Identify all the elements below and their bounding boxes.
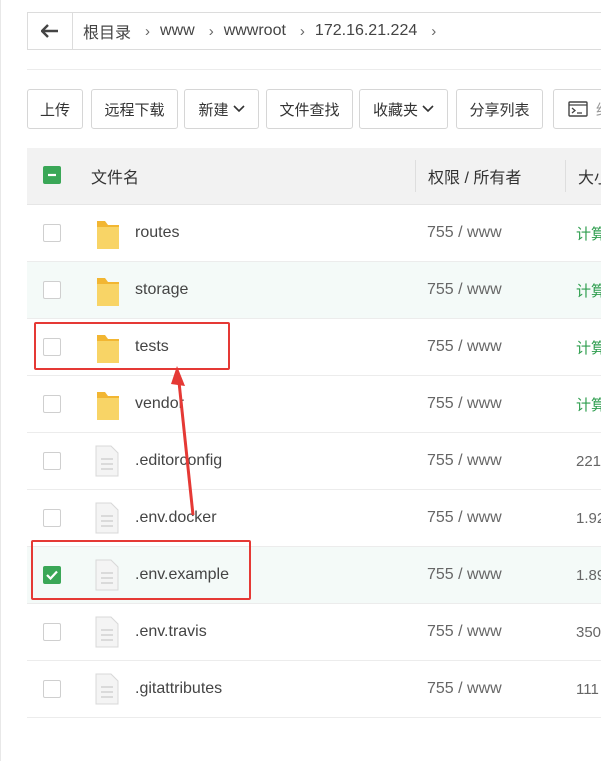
chevron-right-icon: › bbox=[208, 22, 214, 40]
chevron-down-icon bbox=[422, 105, 434, 113]
table-row[interactable]: .gitattributes 755 / www 111 bbox=[27, 661, 601, 718]
file-icon bbox=[95, 673, 119, 705]
calculate-size-link[interactable]: 计算 bbox=[576, 262, 601, 318]
chevron-right-icon: › bbox=[145, 22, 151, 40]
row-checkbox[interactable] bbox=[43, 395, 61, 413]
table-row[interactable]: .editorconfig 755 / www 221 bbox=[27, 433, 601, 490]
folder-icon bbox=[97, 278, 119, 306]
row-checkbox[interactable] bbox=[43, 452, 61, 470]
file-permission[interactable]: 755 / www bbox=[427, 661, 502, 717]
arrow-left-icon bbox=[41, 24, 58, 38]
breadcrumb-ip-folder[interactable]: 172.16.21.224 bbox=[305, 22, 417, 40]
upload-button[interactable]: 上传 bbox=[27, 89, 83, 129]
file-name[interactable]: .env.travis bbox=[135, 604, 207, 660]
chevron-right-icon: › bbox=[431, 22, 437, 40]
chevron-right-icon: › bbox=[299, 22, 305, 40]
file-size: 1.89 bbox=[576, 566, 601, 584]
column-divider bbox=[415, 160, 416, 192]
breadcrumb-root[interactable]: 根目录 bbox=[73, 19, 131, 43]
calculate-size-link[interactable]: 计算 bbox=[576, 376, 601, 432]
file-name[interactable]: storage bbox=[135, 262, 188, 318]
select-all-checkbox[interactable] bbox=[43, 166, 61, 184]
calculate-size-link[interactable]: 计算 bbox=[576, 319, 601, 375]
file-size: 350 bbox=[576, 623, 601, 641]
file-manager-panel: 根目录 › www › wwwroot › 172.16.21.224 › 上传… bbox=[0, 0, 601, 761]
file-search-button[interactable]: 文件查找 bbox=[266, 89, 353, 129]
favorites-dropdown-button[interactable]: 收藏夹 bbox=[359, 89, 448, 129]
breadcrumb: 根目录 › www › wwwroot › 172.16.21.224 › bbox=[27, 12, 601, 50]
back-button[interactable] bbox=[28, 13, 73, 49]
annotation-arrow bbox=[171, 366, 195, 516]
file-permission[interactable]: 755 / www bbox=[427, 604, 502, 660]
file-size: 1.92 bbox=[576, 509, 601, 527]
folder-icon bbox=[97, 221, 119, 249]
row-checkbox[interactable] bbox=[43, 281, 61, 299]
file-permission[interactable]: 755 / www bbox=[427, 319, 502, 375]
file-icon bbox=[95, 445, 119, 477]
file-icon bbox=[95, 502, 119, 534]
file-permission[interactable]: 755 / www bbox=[427, 490, 502, 546]
folder-icon bbox=[97, 392, 119, 420]
file-name[interactable]: routes bbox=[135, 205, 179, 261]
new-dropdown-button[interactable]: 新建 bbox=[184, 89, 259, 129]
row-checkbox[interactable] bbox=[43, 224, 61, 242]
share-list-label: 分享列表 bbox=[469, 101, 530, 119]
file-size: 221 bbox=[576, 452, 601, 470]
table-row[interactable]: storage 755 / www 计算 bbox=[27, 262, 601, 319]
table-row[interactable]: .env.travis 755 / www 350 bbox=[27, 604, 601, 661]
file-permission[interactable]: 755 / www bbox=[427, 376, 502, 432]
terminal-button[interactable]: 终 bbox=[553, 89, 601, 129]
breadcrumb-wwwroot[interactable]: wwwroot bbox=[214, 22, 286, 40]
calculate-size-link[interactable]: 计算 bbox=[576, 205, 601, 261]
column-divider bbox=[565, 160, 566, 192]
row-checkbox[interactable] bbox=[43, 680, 61, 698]
row-checkbox[interactable] bbox=[43, 623, 61, 641]
row-checkbox[interactable] bbox=[43, 509, 61, 527]
file-search-label: 文件查找 bbox=[279, 101, 340, 119]
share-list-button[interactable]: 分享列表 bbox=[456, 89, 543, 129]
table-row[interactable]: routes 755 / www 计算 bbox=[27, 205, 601, 262]
favorites-label: 收藏夹 bbox=[372, 101, 418, 119]
table-row[interactable]: vendor 755 / www 计算 bbox=[27, 376, 601, 433]
breadcrumb-www[interactable]: www bbox=[150, 22, 195, 40]
divider bbox=[27, 69, 601, 70]
terminal-label: 终 bbox=[596, 99, 601, 120]
remote-download-button[interactable]: 远程下载 bbox=[91, 89, 178, 129]
column-header-perm[interactable]: 权限 / 所有者 bbox=[428, 148, 521, 204]
table-header: 文件名 权限 / 所有者 大小 bbox=[27, 148, 601, 205]
file-permission[interactable]: 755 / www bbox=[427, 433, 502, 489]
upload-label: 上传 bbox=[39, 101, 70, 119]
chevron-down-icon bbox=[232, 105, 245, 113]
annotation-box-env-example bbox=[31, 540, 251, 600]
minus-icon bbox=[48, 173, 56, 177]
new-label: 新建 bbox=[198, 101, 229, 119]
column-header-size[interactable]: 大小 bbox=[578, 148, 601, 204]
file-permission[interactable]: 755 / www bbox=[427, 262, 502, 318]
remote-download-label: 远程下载 bbox=[104, 101, 165, 119]
file-permission[interactable]: 755 / www bbox=[427, 205, 502, 261]
file-permission[interactable]: 755 / www bbox=[427, 547, 502, 603]
file-icon bbox=[95, 616, 119, 648]
column-header-name[interactable]: 文件名 bbox=[91, 148, 139, 204]
file-table: 文件名 权限 / 所有者 大小 routes755 / www计算storage… bbox=[27, 148, 601, 718]
file-name[interactable]: .gitattributes bbox=[135, 661, 222, 717]
terminal-icon bbox=[568, 101, 588, 117]
file-size: 111 bbox=[576, 680, 599, 698]
table-row[interactable]: .env.docker755 / www1.92 bbox=[27, 490, 601, 547]
